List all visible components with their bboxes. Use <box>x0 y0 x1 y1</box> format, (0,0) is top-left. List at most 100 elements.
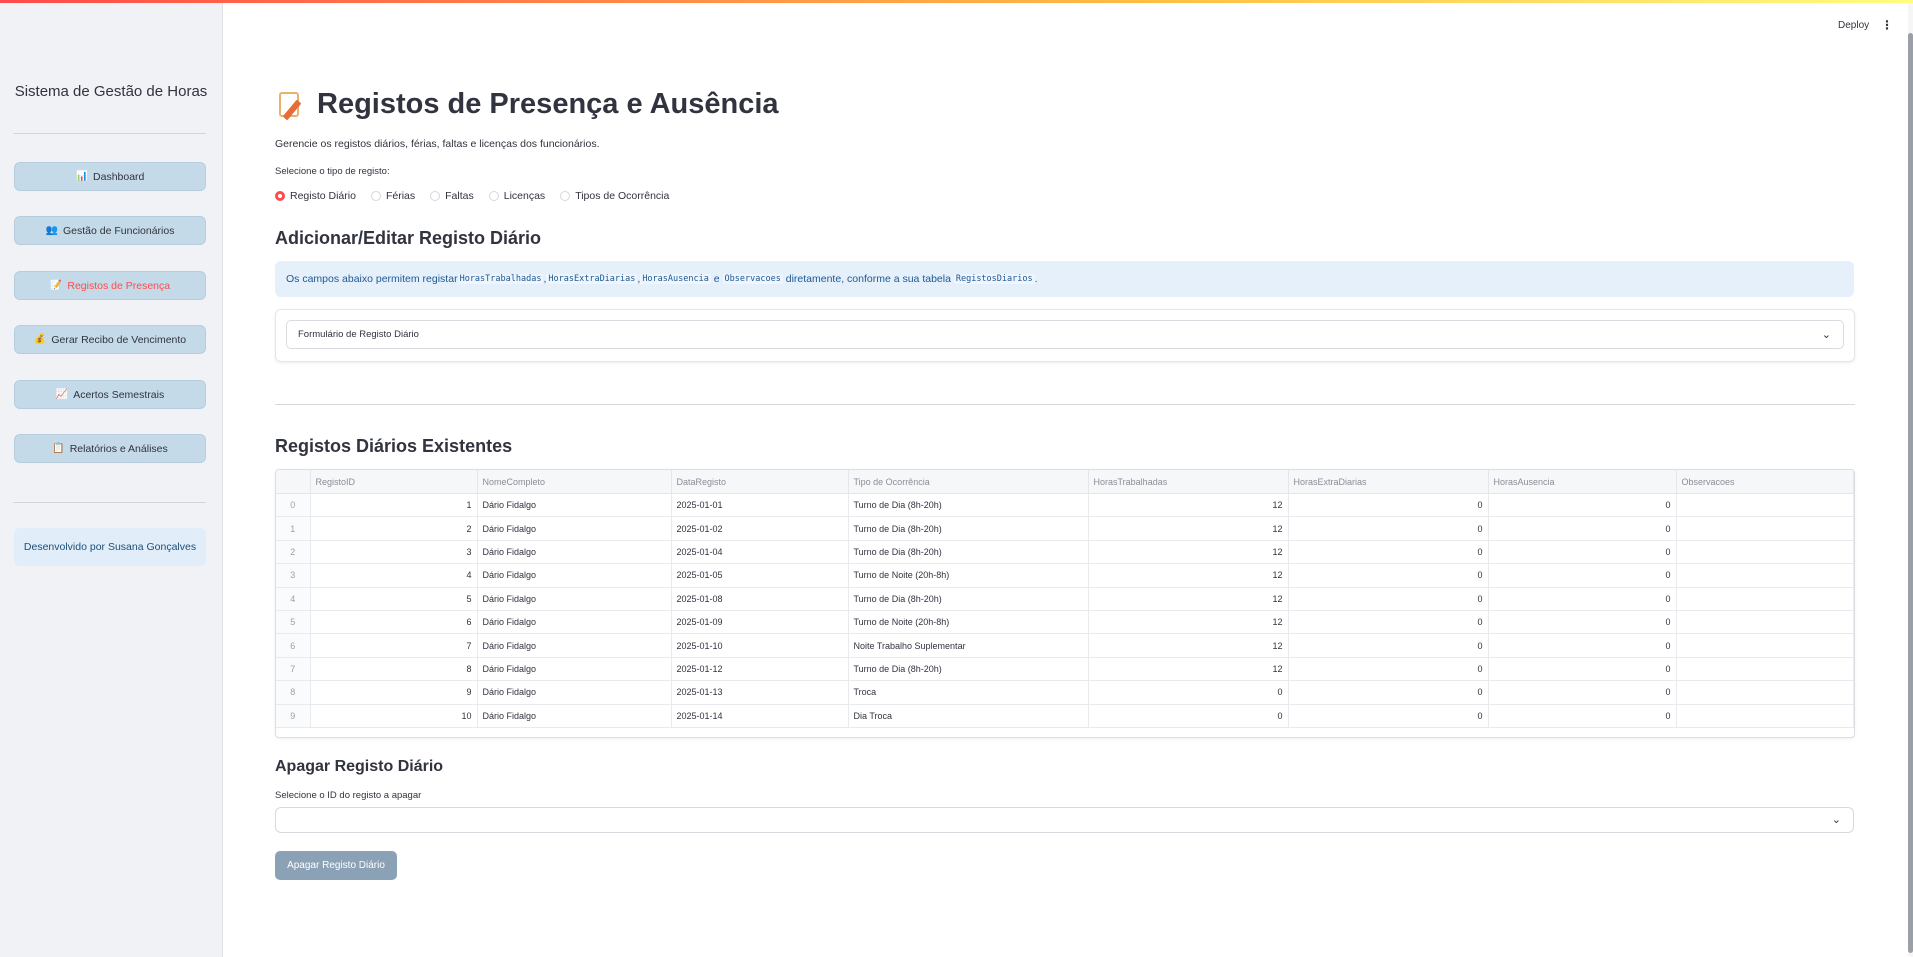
table-cell[interactable]: 0 <box>1288 704 1489 728</box>
table-cell[interactable]: 12 <box>1088 610 1289 635</box>
table-cell[interactable]: 7 <box>310 633 478 658</box>
table-cell[interactable]: 10 <box>310 704 478 728</box>
radio-licencas[interactable]: Licenças <box>488 190 545 202</box>
table-cell[interactable]: Turno de Noite (20h-8h) <box>848 563 1089 588</box>
table-cell[interactable] <box>1676 493 1854 518</box>
table-cell[interactable]: 2025-01-12 <box>671 657 849 682</box>
record-id-select[interactable]: ⌄ <box>275 807 1854 833</box>
table-cell[interactable]: 6 <box>310 610 478 635</box>
table-cell[interactable] <box>1676 540 1854 565</box>
scrollbar[interactable] <box>1908 3 1913 957</box>
table-cell[interactable]: Dia Troca <box>848 704 1089 728</box>
table-cell[interactable]: 0 <box>1288 563 1489 588</box>
table-cell[interactable]: 0 <box>1488 680 1677 705</box>
table-cell[interactable]: 0 <box>1288 587 1489 611</box>
column-header[interactable]: Tipo de Ocorrência <box>848 470 1089 494</box>
table-cell[interactable]: Turno de Dia (8h-20h) <box>848 587 1089 611</box>
column-header[interactable]: HorasAusencia <box>1488 470 1677 494</box>
table-cell[interactable]: Dário Fidalgo <box>477 516 672 541</box>
radio-faltas[interactable]: Faltas <box>430 190 474 202</box>
table-row[interactable]: 3 4 Dário Fidalgo 2025-01-05 Turno de Noite … <box>276 563 1854 588</box>
table-cell[interactable] <box>1676 516 1854 541</box>
column-header[interactable]: DataRegisto <box>671 470 849 494</box>
radio-ferias[interactable]: Férias <box>370 190 415 202</box>
column-header[interactable]: HorasExtraDiarias <box>1288 470 1489 494</box>
table-cell[interactable]: 2025-01-08 <box>671 587 849 611</box>
table-cell[interactable]: 0 <box>1488 563 1677 588</box>
scrollbar-thumb[interactable] <box>1908 33 1913 953</box>
table-cell[interactable] <box>1676 563 1854 588</box>
sidebar-item-dashboard[interactable]: 📊 Dashboard <box>14 162 206 191</box>
table-row[interactable]: 8 9 Dário Fidalgo 2025-01-13 Troca 0 0 0 <box>276 680 1854 705</box>
table-cell[interactable]: 12 <box>1088 540 1289 565</box>
table-cell[interactable]: 0 <box>1488 587 1677 611</box>
table-cell[interactable]: 0 <box>1488 633 1677 658</box>
table-cell[interactable]: 12 <box>1088 493 1289 518</box>
table-row[interactable]: 4 5 Dário Fidalgo 2025-01-08 Turno de Dia (8… <box>276 587 1854 611</box>
main-menu-icon[interactable]: ⋮ <box>1881 18 1893 32</box>
table-cell[interactable]: Dário Fidalgo <box>477 633 672 658</box>
table-row[interactable]: 7 8 Dário Fidalgo 2025-01-12 Turno de Dia (8… <box>276 657 1854 682</box>
table-cell[interactable]: 0 <box>1488 540 1677 565</box>
table-cell[interactable]: Dário Fidalgo <box>477 587 672 611</box>
delete-record-button[interactable]: Apagar Registo Diário <box>275 851 397 880</box>
table-cell[interactable]: 0 <box>1288 633 1489 658</box>
table-cell[interactable]: 0 <box>1288 493 1489 518</box>
table-cell[interactable]: 2025-01-04 <box>671 540 849 565</box>
table-cell[interactable]: 0 <box>1288 610 1489 635</box>
column-header[interactable]: HorasTrabalhadas <box>1088 470 1289 494</box>
sidebar-item-funcionarios[interactable]: 👥 Gestão de Funcionários <box>14 216 206 245</box>
table-cell[interactable]: 2025-01-14 <box>671 704 849 728</box>
sidebar-item-registos[interactable]: 📝 Registos de Presença <box>14 271 206 300</box>
table-cell[interactable] <box>1676 680 1854 705</box>
table-row[interactable]: 2 3 Dário Fidalgo 2025-01-04 Turno de Dia (8… <box>276 540 1854 565</box>
table-cell[interactable]: 0 <box>1488 610 1677 635</box>
table-cell[interactable]: Noite Trabalho Suplementar <box>848 633 1089 658</box>
table-cell[interactable]: 2025-01-02 <box>671 516 849 541</box>
sidebar-item-acertos[interactable]: 📈 Acertos Semestrais <box>14 380 206 409</box>
table-cell[interactable]: Turno de Dia (8h-20h) <box>848 516 1089 541</box>
table-cell[interactable]: Dário Fidalgo <box>477 540 672 565</box>
table-cell[interactable]: 0 <box>1088 704 1289 728</box>
column-header[interactable]: Observacoes <box>1676 470 1854 494</box>
table-cell[interactable]: Dário Fidalgo <box>477 657 672 682</box>
radio-registo-diario[interactable]: Registo Diário <box>275 190 356 202</box>
sidebar-item-relatorios[interactable]: 📋 Relatórios e Análises <box>14 434 206 463</box>
table-cell[interactable]: Turno de Dia (8h-20h) <box>848 657 1089 682</box>
table-cell[interactable]: 2025-01-09 <box>671 610 849 635</box>
table-cell[interactable]: 12 <box>1088 563 1289 588</box>
radio-tipos-ocorrencia[interactable]: Tipos de Ocorrência <box>560 190 669 202</box>
table-row[interactable]: 6 7 Dário Fidalgo 2025-01-10 Noite Trabalho … <box>276 633 1854 658</box>
table-cell[interactable]: Dário Fidalgo <box>477 563 672 588</box>
table-row[interactable]: 1 2 Dário Fidalgo 2025-01-02 Turno de Dia (8… <box>276 516 1854 541</box>
table-cell[interactable]: 9 <box>310 680 478 705</box>
table-cell[interactable]: 12 <box>1088 633 1289 658</box>
table-cell[interactable]: Dário Fidalgo <box>477 704 672 728</box>
form-expander[interactable]: Formulário de Registo Diário ⌄ <box>286 320 1844 349</box>
table-cell[interactable]: Turno de Dia (8h-20h) <box>848 540 1089 565</box>
table-cell[interactable]: 1 <box>310 493 478 518</box>
table-cell[interactable]: 8 <box>310 657 478 682</box>
table-cell[interactable]: 2025-01-01 <box>671 493 849 518</box>
table-cell[interactable]: 0 <box>1488 704 1677 728</box>
table-cell[interactable]: Troca <box>848 680 1089 705</box>
table-cell[interactable]: 0 <box>1288 516 1489 541</box>
table-cell[interactable]: 4 <box>310 563 478 588</box>
table-cell[interactable]: 3 <box>310 540 478 565</box>
column-header[interactable]: NomeCompleto <box>477 470 672 494</box>
table-cell[interactable]: Dário Fidalgo <box>477 680 672 705</box>
table-cell[interactable]: 12 <box>1088 516 1289 541</box>
table-cell[interactable]: 0 <box>1288 680 1489 705</box>
table-cell[interactable]: 0 <box>1488 493 1677 518</box>
table-cell[interactable]: 12 <box>1088 587 1289 611</box>
table-cell[interactable]: Turno de Noite (20h-8h) <box>848 610 1089 635</box>
table-cell[interactable]: Dário Fidalgo <box>477 493 672 518</box>
table-cell[interactable]: 0 <box>1488 516 1677 541</box>
table-cell[interactable] <box>1676 587 1854 611</box>
table-cell[interactable]: 0 <box>1288 657 1489 682</box>
table-cell[interactable]: 2025-01-10 <box>671 633 849 658</box>
table-row[interactable]: 5 6 Dário Fidalgo 2025-01-09 Turno de Noite … <box>276 610 1854 635</box>
table-cell[interactable]: 2025-01-13 <box>671 680 849 705</box>
table-cell[interactable] <box>1676 610 1854 635</box>
table-cell[interactable]: 0 <box>1488 657 1677 682</box>
